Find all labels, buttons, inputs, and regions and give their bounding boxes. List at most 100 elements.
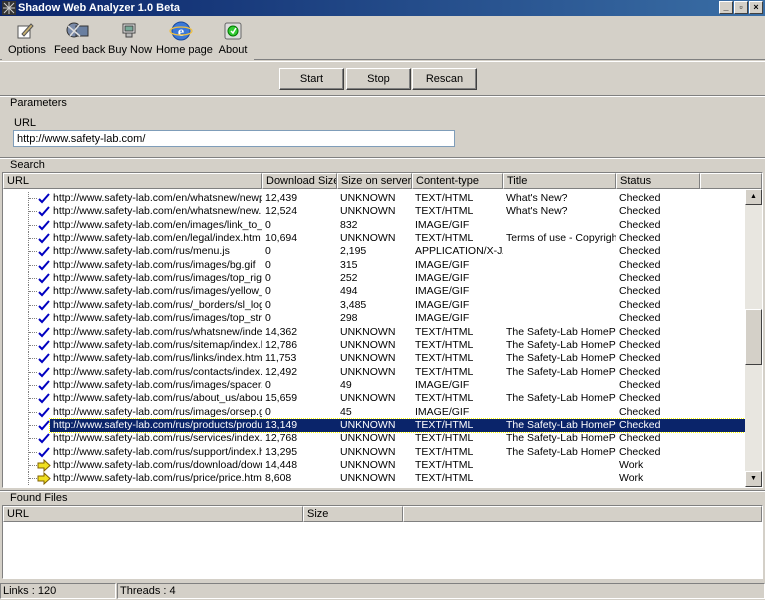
table-row[interactable]: http://www.safety-lab.com/en/whatsnew/ne…	[3, 192, 745, 205]
tree-branch	[29, 411, 37, 413]
feedback-button[interactable]: Feed back	[54, 20, 105, 60]
url-cell: http://www.safety-lab.com/rus/images/yel…	[53, 285, 262, 298]
download-size-cell: 12,786	[265, 338, 298, 351]
about-button[interactable]: About	[216, 20, 250, 60]
tree-branch	[29, 384, 37, 386]
download-size-cell: 0	[265, 405, 271, 418]
found-column-header-url[interactable]: URL	[3, 506, 303, 522]
status-cell: Checked	[619, 245, 661, 258]
table-row[interactable]: http://www.safety-lab.com/en/whatsnew/ne…	[3, 205, 745, 219]
title-cell: What's New?	[506, 205, 568, 218]
table-row[interactable]: http://www.safety-lab.com/rus/images/bg.…	[3, 258, 745, 272]
tree-branch	[29, 438, 37, 440]
size-on-server-cell: UNKNOWN	[340, 338, 396, 351]
checkmark-icon	[38, 380, 50, 391]
arrow-right-icon	[37, 472, 51, 486]
buynow-button[interactable]: Buy Now	[108, 20, 152, 60]
table-row[interactable]: http://www.safety-lab.com/rus/download/d…	[3, 459, 745, 472]
size-on-server-cell: 298	[340, 312, 358, 325]
download-size-cell: 11,753	[265, 352, 297, 365]
table-row[interactable]: http://www.safety-lab.com/rus/support/in…	[3, 445, 745, 459]
tree-branch	[29, 291, 37, 293]
found-files-group-label: Found Files	[10, 492, 68, 504]
rescan-button[interactable]: Rescan	[412, 68, 477, 90]
status-cell: Checked	[619, 218, 661, 231]
start-button[interactable]: Start	[279, 68, 344, 90]
download-size-cell: 12,492	[265, 365, 298, 378]
table-row-selected[interactable]: http://www.safety-lab.com/rus/products/p…	[3, 417, 745, 433]
download-size-cell: 13,149	[265, 418, 298, 431]
parameters-group-label: Parameters	[10, 97, 67, 109]
url-input[interactable]	[13, 130, 455, 147]
table-row[interactable]: http://www.safety-lab.com/rus/images/ors…	[3, 405, 745, 419]
download-size-cell: 12,524	[265, 205, 298, 218]
arrow-right-icon	[37, 459, 51, 472]
checkmark-icon	[38, 433, 50, 444]
table-row[interactable]: http://www.safety-lab.com/en/images/link…	[3, 218, 745, 232]
checkmark-icon	[38, 300, 50, 311]
table-row[interactable]: http://www.safety-lab.com/rus/whatsnew/i…	[3, 325, 745, 339]
table-row[interactable]: http://www.safety-lab.com/rus/about_us/a…	[3, 392, 745, 406]
column-header-content-type[interactable]: Content-type	[412, 173, 503, 189]
found-column-header-size[interactable]: Size	[303, 506, 403, 522]
title-bar: Shadow Web Analyzer 1.0 Beta _ ▫ ×	[0, 0, 765, 16]
download-size-cell: 0	[265, 272, 271, 285]
size-on-server-cell: 252	[340, 272, 358, 285]
content-type-cell: IMAGE/GIF	[415, 272, 470, 285]
status-cell: Checked	[619, 232, 661, 245]
minimize-button[interactable]: _	[719, 1, 733, 14]
table-row[interactable]: http://www.safety-lab.com/rus/price/pric…	[3, 472, 745, 486]
checkmark-icon	[38, 340, 50, 351]
checkmark-icon	[38, 273, 50, 284]
size-on-server-cell: UNKNOWN	[340, 192, 396, 204]
column-header-status[interactable]: Status	[616, 173, 700, 189]
checkmark-icon	[38, 220, 50, 231]
table-row[interactable]: http://www.safety-lab.com/rus/images/spa…	[3, 378, 745, 392]
url-cell: http://www.safety-lab.com/en/whatsnew/ne…	[53, 192, 262, 204]
vertical-scrollbar[interactable]: ▲ ▼	[745, 189, 762, 487]
status-cell: Checked	[619, 365, 661, 378]
toolbar: Options Feed back Buy Now e Home page Ab…	[0, 16, 765, 60]
table-row[interactable]: http://www.safety-lab.com/rus/services/i…	[3, 432, 745, 446]
table-row[interactable]: http://www.safety-lab.com/en/legal/index…	[3, 232, 745, 246]
download-size-cell: 10,694	[265, 232, 298, 245]
title-cell: The Safety-Lab HomePag...	[506, 432, 616, 445]
url-cell: http://www.safety-lab.com/rus/download/d…	[53, 459, 262, 471]
stop-button[interactable]: Stop	[346, 68, 411, 90]
table-row[interactable]: http://www.safety-lab.com/rus/menu.js 0 2,…	[3, 245, 745, 259]
table-row[interactable]: http://www.safety-lab.com/rus/images/yel…	[3, 285, 745, 299]
table-row[interactable]: http://www.safety-lab.com/rus/images/top…	[3, 272, 745, 286]
title-cell: The Safety-Lab HomePag...	[506, 445, 616, 458]
column-header-url[interactable]: URL	[3, 173, 262, 189]
window-title: Shadow Web Analyzer 1.0 Beta	[18, 2, 180, 14]
download-size-cell: 8,608	[265, 472, 292, 485]
size-on-server-cell: UNKNOWN	[340, 365, 396, 378]
homepage-button[interactable]: e Home page	[156, 20, 213, 60]
download-size-cell: 0	[265, 285, 271, 298]
column-header-filler	[700, 173, 762, 189]
column-header-download-size[interactable]: Download Size	[262, 173, 337, 189]
column-header-size-on-server[interactable]: Size on server	[337, 173, 412, 189]
content-type-cell: IMAGE/GIF	[415, 298, 470, 311]
options-button[interactable]: Options	[8, 20, 46, 60]
feedback-icon	[66, 22, 89, 38]
scroll-down-button[interactable]: ▼	[745, 471, 762, 487]
status-cell: Checked	[619, 432, 661, 445]
maximize-button[interactable]: ▫	[734, 1, 748, 14]
size-on-server-cell: UNKNOWN	[340, 472, 396, 485]
content-type-cell: TEXT/HTML	[415, 432, 474, 445]
title-cell: Terms of use - Copyright - ...	[506, 232, 616, 245]
table-row[interactable]: http://www.safety-lab.com/rus/_borders/s…	[3, 298, 745, 312]
status-cell: Checked	[619, 445, 661, 458]
table-row[interactable]: http://www.safety-lab.com/rus/contacts/i…	[3, 365, 745, 379]
table-row[interactable]: http://www.safety-lab.com/rus/sitemap/in…	[3, 338, 745, 352]
scroll-up-button[interactable]: ▲	[745, 189, 762, 205]
table-row[interactable]: http://www.safety-lab.com/rus/images/top…	[3, 312, 745, 326]
url-cell: http://www.safety-lab.com/rus/images/ors…	[53, 405, 262, 418]
column-header-title[interactable]: Title	[503, 173, 616, 189]
search-table-header: URL Download Size Size on server Content…	[3, 173, 762, 189]
table-row[interactable]: http://www.safety-lab.com/rus/links/inde…	[3, 352, 745, 366]
close-button[interactable]: ×	[749, 1, 763, 14]
scroll-thumb[interactable]	[745, 309, 762, 365]
tree-branch	[29, 424, 37, 426]
